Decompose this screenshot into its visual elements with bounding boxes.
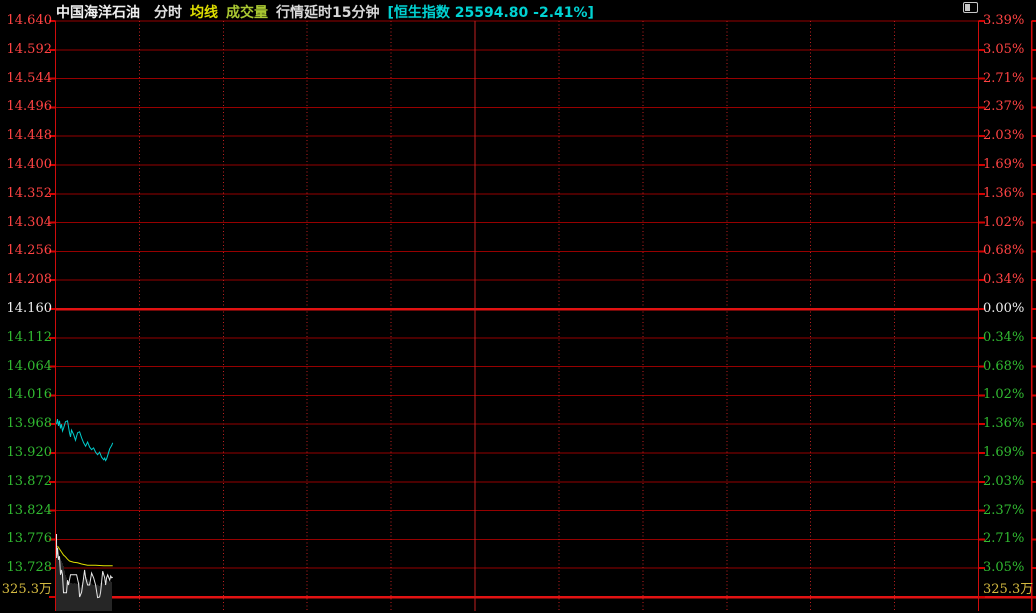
price-axis-label: 13.872 xyxy=(0,475,52,489)
pct-axis-label: 3.05% xyxy=(983,43,1036,57)
price-axis-label: 13.728 xyxy=(0,561,52,575)
price-axis-label: 13.920 xyxy=(0,446,52,460)
price-axis-label: 14.016 xyxy=(0,388,52,402)
price-axis-label: 14.496 xyxy=(0,100,52,114)
pct-axis-label: 0.68% xyxy=(983,360,1036,374)
quote-delay-note: 行情延时15分钟 xyxy=(276,2,379,22)
tab-timeshare[interactable]: 分时 xyxy=(154,2,182,22)
price-axis-label: 14.160 xyxy=(0,302,52,316)
price-axis-label: 13.824 xyxy=(0,504,52,518)
pct-axis-label: 1.02% xyxy=(983,388,1036,402)
price-axis-label: 14.304 xyxy=(0,216,52,230)
pct-axis-label: 0.34% xyxy=(983,273,1036,287)
intraday-chart-window: 中国海洋石油 分时 均线 成交量 行情延时15分钟 [恒生指数 25594.80… xyxy=(0,0,1036,613)
pct-axis-label: 1.02% xyxy=(983,216,1036,230)
avg-price-line xyxy=(58,546,113,566)
price-axis-label: 14.400 xyxy=(0,158,52,172)
price-axis-label: 14.112 xyxy=(0,331,52,345)
pct-axis-label: 0.34% xyxy=(983,331,1036,345)
price-axis-label: 14.448 xyxy=(0,129,52,143)
pct-axis-label: 2.37% xyxy=(983,100,1036,114)
price-axis-label: 13.776 xyxy=(0,532,52,546)
price-axis-label: 325.3万 xyxy=(0,583,52,597)
pct-axis-label: 3.05% xyxy=(983,561,1036,575)
chart-canvas[interactable] xyxy=(0,0,1036,613)
price-axis-label: 14.064 xyxy=(0,360,52,374)
tab-volume[interactable]: 成交量 xyxy=(226,2,268,22)
price-axis-label: 14.208 xyxy=(0,273,52,287)
panel-toggle-icon-fill xyxy=(965,4,970,11)
pct-axis-label: 1.36% xyxy=(983,417,1036,431)
stock-title: 中国海洋石油 xyxy=(56,2,140,22)
pct-axis-label: 1.69% xyxy=(983,446,1036,460)
pct-axis-label: 2.71% xyxy=(983,532,1036,546)
pct-axis-label: 325.3万 xyxy=(983,583,1036,597)
pct-axis-label: 1.69% xyxy=(983,158,1036,172)
index-overlay-line xyxy=(57,419,113,461)
price-axis-label: 14.256 xyxy=(0,244,52,258)
price-axis-label: 13.968 xyxy=(0,417,52,431)
pct-axis-label: 2.03% xyxy=(983,129,1036,143)
grid xyxy=(49,21,1036,611)
pct-axis-label: 2.71% xyxy=(983,72,1036,86)
hang-seng-index-quote[interactable]: [恒生指数 25594.80 -2.41%] xyxy=(387,2,593,22)
pct-axis-label: 0.68% xyxy=(983,244,1036,258)
pct-axis-label: 2.03% xyxy=(983,475,1036,489)
price-axis-label: 14.640 xyxy=(0,14,52,28)
pct-axis-label: 0.00% xyxy=(983,302,1036,316)
price-axis-label: 14.352 xyxy=(0,187,52,201)
price-axis-label: 14.544 xyxy=(0,72,52,86)
tab-moving-average[interactable]: 均线 xyxy=(190,2,218,22)
pct-axis-label: 1.36% xyxy=(983,187,1036,201)
pct-axis-label: 2.37% xyxy=(983,504,1036,518)
price-axis-label: 14.592 xyxy=(0,43,52,57)
panel-toggle-icon[interactable] xyxy=(963,2,978,13)
chart-header: 中国海洋石油 分时 均线 成交量 行情延时15分钟 [恒生指数 25594.80… xyxy=(56,3,594,21)
pct-axis-label: 3.39% xyxy=(983,14,1036,28)
